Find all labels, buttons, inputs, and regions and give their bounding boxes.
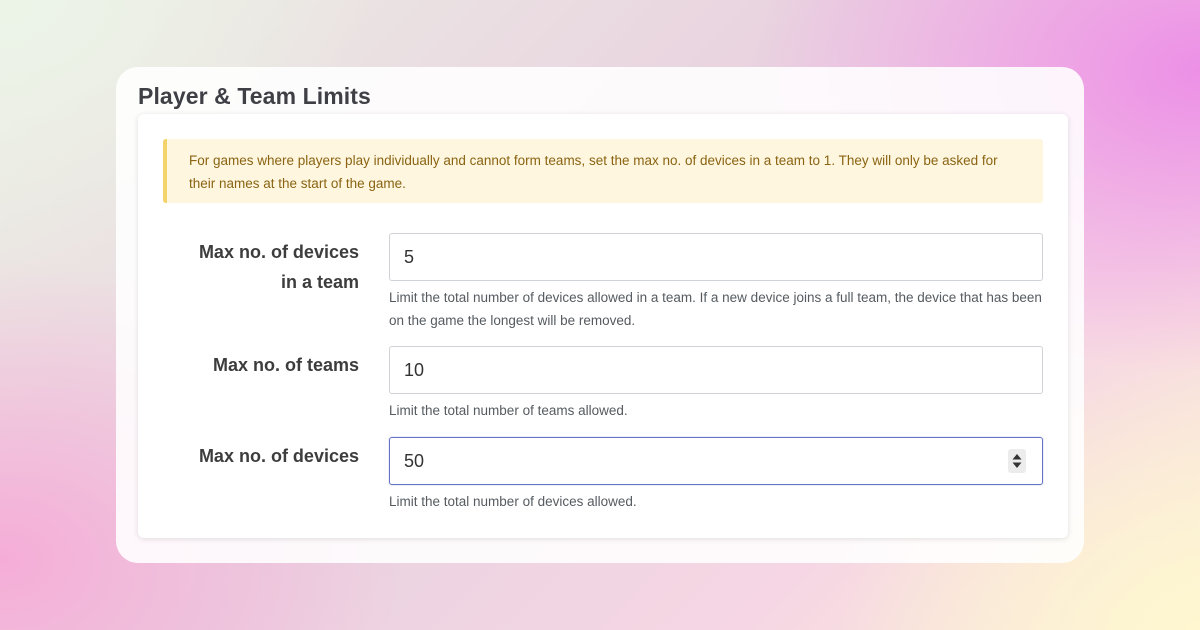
alert-text: For games where players play individuall… bbox=[189, 153, 998, 191]
teams-input[interactable] bbox=[389, 346, 1043, 394]
limits-panel: For games where players play individuall… bbox=[138, 114, 1068, 538]
team-devices-label: Max no. of devices in a team bbox=[199, 237, 359, 297]
settings-card: Player & Team Limits For games where pla… bbox=[116, 67, 1084, 563]
teams-label: Max no. of teams bbox=[212, 355, 359, 375]
team-devices-help: Limit the total number of devices allowe… bbox=[389, 290, 1042, 328]
info-alert: For games where players play individuall… bbox=[163, 139, 1043, 203]
devices-input[interactable] bbox=[389, 437, 1043, 485]
up-down-spinner-icon[interactable] bbox=[1008, 449, 1026, 473]
team-devices-input[interactable] bbox=[389, 233, 1043, 281]
section-title: Player & Team Limits bbox=[138, 83, 371, 109]
team-devices-label-line2: in a team bbox=[280, 272, 359, 292]
devices-help: Limit the total number of devices allowe… bbox=[389, 494, 637, 509]
team-devices-label-line1: Max no. of devices bbox=[198, 242, 359, 262]
devices-label: Max no. of devices bbox=[198, 446, 359, 466]
teams-help: Limit the total number of teams allowed. bbox=[389, 403, 628, 418]
